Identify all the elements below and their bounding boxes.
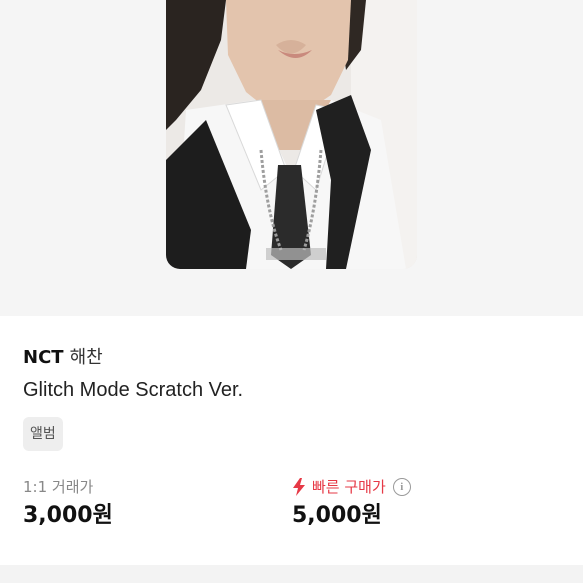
product-info-panel: NCT 해찬 Glitch Mode Scratch Ver. 앨범 1:1 거래…: [0, 316, 583, 583]
artist-line: NCT 해찬: [23, 347, 103, 369]
quick-buy-price-value: 5,000원: [292, 503, 382, 528]
category-badge[interactable]: 앨범: [23, 417, 63, 451]
trade-price-value: 3,000원: [23, 503, 113, 528]
product-image-area: [0, 0, 583, 316]
info-icon[interactable]: i: [392, 478, 411, 496]
product-title: Glitch Mode Scratch Ver.: [23, 379, 244, 401]
quick-buy-label-text: 빠른 구매가: [312, 478, 386, 496]
quick-buy-price-label: 빠른 구매가 i: [292, 477, 411, 497]
section-divider: [0, 565, 583, 583]
lightning-icon: [293, 478, 305, 496]
trade-price-label: 1:1 거래가: [23, 478, 94, 496]
group-name: NCT: [23, 347, 64, 368]
photocard-image[interactable]: [166, 0, 417, 269]
member-name: 해찬: [69, 347, 103, 368]
